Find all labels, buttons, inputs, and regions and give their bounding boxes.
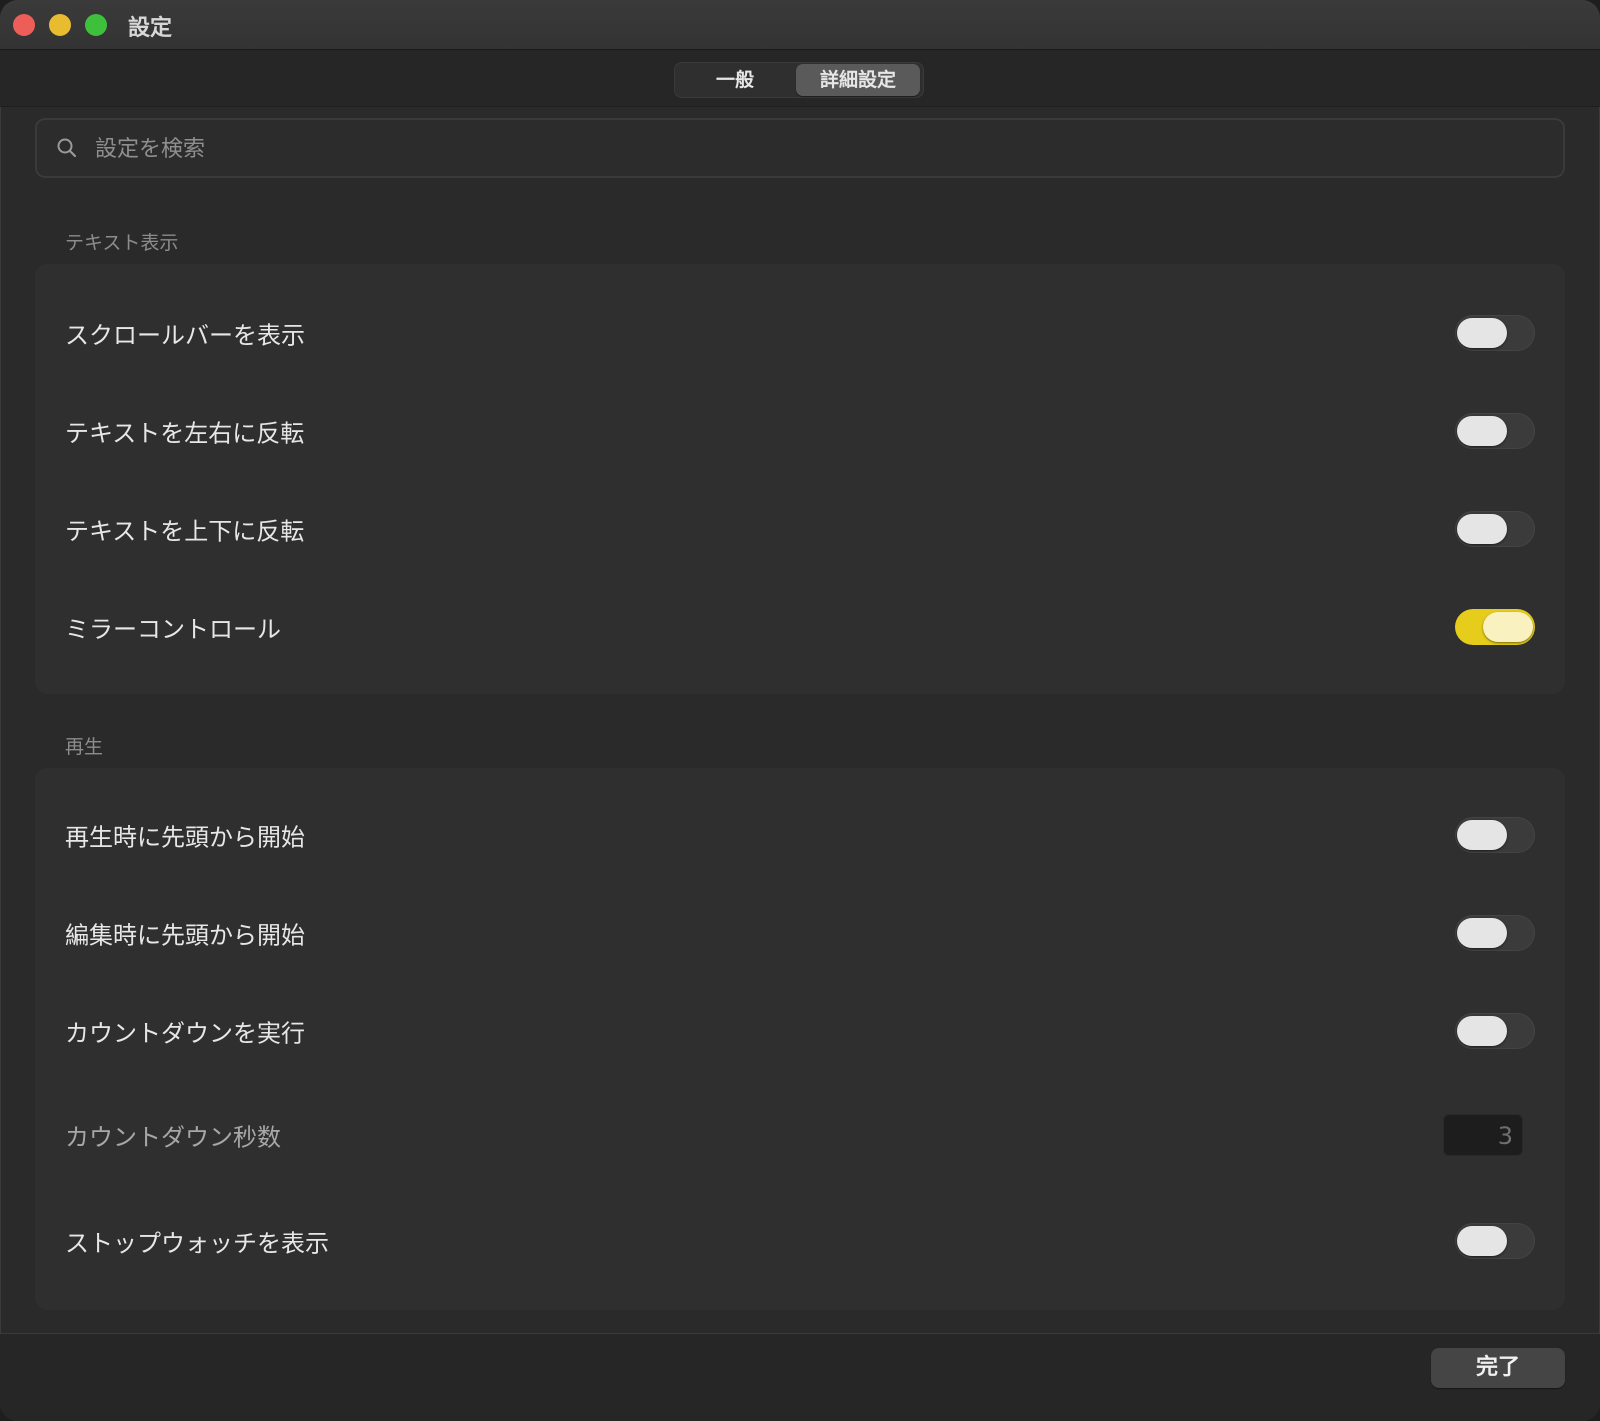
- setting-label: 編集時に先頭から開始: [65, 921, 305, 950]
- done-button[interactable]: 完了: [1431, 1348, 1565, 1388]
- setting-label: 再生時に先頭から開始: [65, 823, 305, 852]
- setting-row-run-countdown: カウントダウンを実行: [35, 982, 1565, 1080]
- close-window-button[interactable]: [13, 14, 35, 36]
- toggle-knob: [1457, 1226, 1507, 1256]
- setting-row-flip-vertical: テキストを上下に反転: [35, 480, 1565, 578]
- toggle-knob: [1483, 612, 1533, 642]
- search-icon: [57, 138, 77, 158]
- window-title: 設定: [128, 16, 173, 41]
- start-from-top-on-edit-toggle[interactable]: [1455, 915, 1535, 951]
- tab-strip: 一般 詳細設定: [0, 50, 1600, 107]
- flip-vertical-toggle[interactable]: [1455, 511, 1535, 547]
- footer-bar: 完了: [0, 1333, 1600, 1421]
- toggle-knob: [1457, 416, 1507, 446]
- setting-row-mirror-controls: ミラーコントロール: [35, 578, 1565, 676]
- section-header-playback: 再生: [65, 736, 104, 758]
- setting-row-show-stopwatch: ストップウォッチを表示: [35, 1192, 1565, 1290]
- section-header-text-display: テキスト表示: [65, 232, 179, 254]
- countdown-seconds-input[interactable]: [1443, 1114, 1515, 1158]
- setting-label: テキストを上下に反転: [65, 517, 305, 546]
- countdown-seconds-stepper: [1443, 1114, 1523, 1158]
- setting-row-show-scrollbar: スクロールバーを表示: [35, 284, 1565, 382]
- mirror-controls-toggle[interactable]: [1455, 609, 1535, 645]
- search-input[interactable]: [93, 128, 1537, 170]
- settings-group-text-display: スクロールバーを表示 テキストを左右に反転 テキストを上下に反転 ミラーコントロ…: [35, 264, 1565, 694]
- run-countdown-toggle[interactable]: [1455, 1013, 1535, 1049]
- setting-row-start-from-top-on-play: 再生時に先頭から開始: [35, 786, 1565, 884]
- setting-row-flip-horizontal: テキストを左右に反転: [35, 382, 1565, 480]
- setting-label: カウントダウンを実行: [65, 1019, 305, 1048]
- settings-window: 設定 一般 詳細設定 テキスト表示 スクロールバーを表示 テキストを左右に反転 …: [0, 0, 1600, 1421]
- setting-label: スクロールバーを表示: [65, 321, 305, 350]
- setting-label: テキストを左右に反転: [65, 419, 305, 448]
- setting-label: ストップウォッチを表示: [65, 1229, 329, 1258]
- search-field: [35, 118, 1565, 178]
- toggle-knob: [1457, 918, 1507, 948]
- title-bar: 設定: [0, 0, 1600, 50]
- segmented-control: 一般 詳細設定: [674, 62, 924, 98]
- start-from-top-on-play-toggle[interactable]: [1455, 817, 1535, 853]
- toggle-knob: [1457, 318, 1507, 348]
- show-stopwatch-toggle[interactable]: [1455, 1223, 1535, 1259]
- setting-label: カウントダウン秒数: [65, 1123, 281, 1152]
- zoom-window-button[interactable]: [85, 14, 107, 36]
- tab-general[interactable]: 一般: [678, 64, 792, 96]
- tab-advanced[interactable]: 詳細設定: [796, 64, 920, 96]
- toggle-knob: [1457, 820, 1507, 850]
- flip-horizontal-toggle[interactable]: [1455, 413, 1535, 449]
- minimize-window-button[interactable]: [49, 14, 71, 36]
- toggle-knob: [1457, 1016, 1507, 1046]
- setting-row-start-from-top-on-edit: 編集時に先頭から開始: [35, 884, 1565, 982]
- toggle-knob: [1457, 514, 1507, 544]
- show-scrollbar-toggle[interactable]: [1455, 315, 1535, 351]
- setting-label: ミラーコントロール: [65, 615, 281, 644]
- settings-group-playback: 再生時に先頭から開始 編集時に先頭から開始 カウントダウンを実行 カウントダウン…: [35, 768, 1565, 1310]
- setting-row-countdown-seconds: カウントダウン秒数: [35, 1086, 1565, 1184]
